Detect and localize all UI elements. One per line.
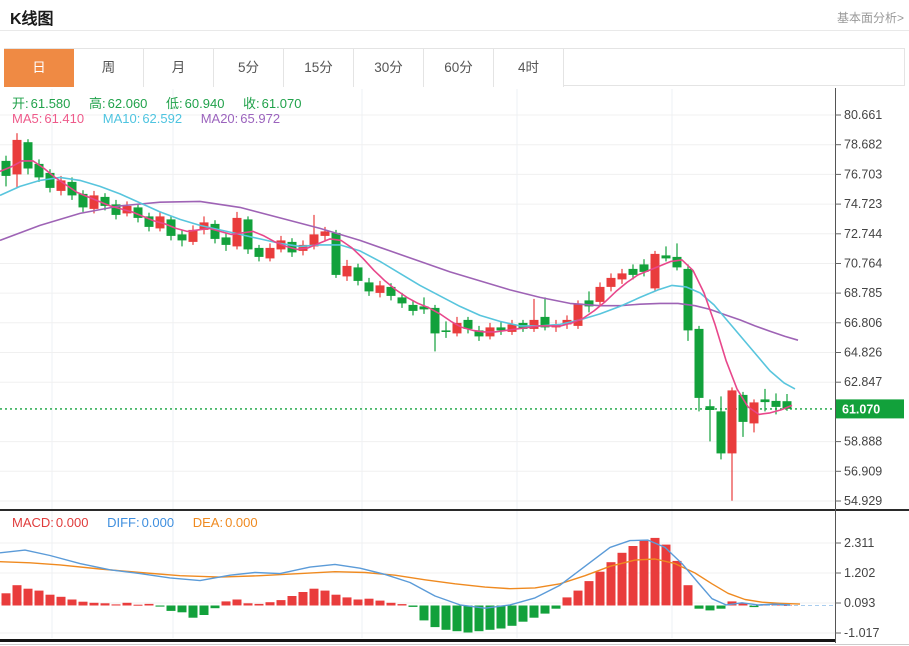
svg-text:61.070: 61.070 <box>842 402 880 416</box>
svg-text:0.093: 0.093 <box>844 596 875 610</box>
svg-text:2.311: 2.311 <box>844 536 874 550</box>
ma10-value: MA10: 62.592 <box>102 111 183 126</box>
svg-text:-1.017: -1.017 <box>844 626 879 640</box>
svg-text:66.806: 66.806 <box>844 316 882 330</box>
ma-legend: MA5: 61.410 MA10: 62.592 MA20: 65.972 <box>12 111 295 126</box>
interval-tabbar: 日周月 5分 15分 30分 60分 4时 <box>4 48 905 87</box>
svg-text:74.723: 74.723 <box>844 197 882 211</box>
tab-月[interactable]: 月 <box>144 49 214 87</box>
svg-text:1.202: 1.202 <box>844 566 875 580</box>
tab-日[interactable]: 日 <box>4 49 74 87</box>
svg-text:80.661: 80.661 <box>844 108 882 122</box>
svg-text:56.909: 56.909 <box>844 464 882 478</box>
close-value: 收: 61.070 <box>243 96 302 111</box>
ma20-value: MA20: 65.972 <box>200 111 281 126</box>
ma5-value: MA5: 61.410 <box>12 111 85 126</box>
svg-text:76.703: 76.703 <box>844 167 882 181</box>
svg-text:62.847: 62.847 <box>844 375 882 389</box>
macd-value: MACD: 0.000 <box>12 515 89 530</box>
fundamental-analysis-link[interactable]: 基本面分析> <box>837 9 904 26</box>
svg-text:58.888: 58.888 <box>844 435 882 449</box>
page-title: K线图 <box>10 11 54 28</box>
tab-15分[interactable]: 15分 <box>284 49 354 87</box>
tab-5分[interactable]: 5分 <box>214 49 284 87</box>
ohlc-info: 开: 61.580 高: 62.060 低: 60.940 收: 61.070 <box>12 93 316 112</box>
kline-page: 80.661 78.682 76.703 74.723 72.744 70.764 68.7… <box>0 0 909 646</box>
svg-text:68.785: 68.785 <box>844 286 882 300</box>
svg-text:64.826: 64.826 <box>844 346 882 360</box>
svg-text:72.744: 72.744 <box>844 227 882 241</box>
high-value: 高: 62.060 <box>89 96 148 111</box>
svg-text:78.682: 78.682 <box>844 138 882 152</box>
tab-4时[interactable]: 4时 <box>494 49 564 87</box>
svg-text:70.764: 70.764 <box>844 257 882 271</box>
diff-value: DIFF: 0.000 <box>107 515 175 530</box>
macd-legend: MACD: 0.000 DIFF: 0.000 DEA: 0.000 <box>12 515 273 530</box>
dea-value: DEA: 0.000 <box>192 515 258 530</box>
tab-60分[interactable]: 60分 <box>424 49 494 87</box>
open-value: 开: 61.580 <box>12 96 71 111</box>
svg-text:54.929: 54.929 <box>844 494 882 508</box>
tab-周[interactable]: 周 <box>74 49 144 87</box>
header-divider <box>0 30 909 31</box>
low-value: 低: 60.940 <box>166 96 225 111</box>
tab-30分[interactable]: 30分 <box>354 49 424 87</box>
